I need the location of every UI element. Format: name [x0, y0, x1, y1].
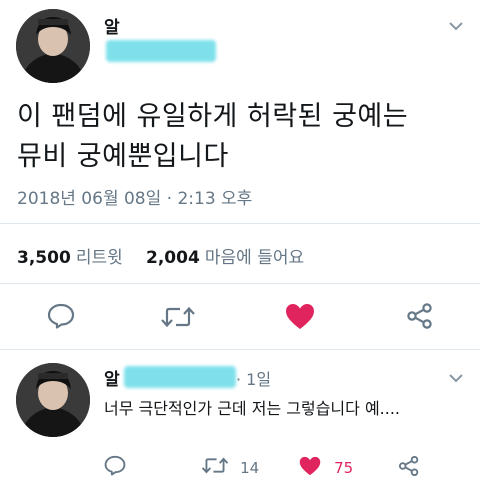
share-icon[interactable] — [398, 455, 420, 481]
reply-like-count: 75 — [334, 459, 354, 477]
tweet-text-line-1: 이 팬덤에 유일하게 허락된 궁예는 — [17, 101, 409, 132]
retweet-button[interactable]: 14 — [201, 456, 259, 479]
chevron-down-icon[interactable] — [448, 16, 464, 37]
retweet-icon — [201, 456, 229, 479]
reply-author-name[interactable]: 알 — [104, 365, 120, 390]
reply-time[interactable]: · 1일 — [236, 366, 271, 390]
divider — [0, 223, 480, 224]
reply-text: 너무 극단적인가 근데 저는 그렇습니다 예.... — [104, 399, 401, 418]
retweets-count: 3,500 — [17, 248, 71, 268]
reply-icon[interactable] — [47, 303, 75, 333]
reply-icon[interactable] — [104, 455, 126, 480]
reply-author-handle-redacted — [124, 366, 236, 388]
author-name[interactable]: 알 — [104, 13, 120, 38]
heart-icon — [299, 456, 321, 480]
tweet-timestamp[interactable]: 2018년 06월 08일 · 2:13 오후 — [17, 184, 252, 209]
divider — [0, 283, 480, 284]
retweet-icon[interactable] — [160, 305, 196, 333]
chevron-down-icon[interactable] — [448, 368, 464, 389]
heart-icon[interactable] — [285, 303, 315, 334]
reply-retweet-count: 14 — [240, 458, 260, 477]
likes-label: 마음에 들어요 — [204, 248, 305, 268]
like-stats[interactable]: 2,004 마음에 들어요 — [146, 243, 304, 268]
retweets-label: 리트윗 — [75, 248, 123, 268]
reply-author-avatar[interactable] — [16, 363, 90, 437]
retweet-stats[interactable]: 3,500 리트윗 — [17, 243, 123, 268]
author-avatar[interactable] — [16, 9, 90, 83]
like-button[interactable]: 75 — [299, 456, 353, 480]
tweet-text-line-2: 뮤비 궁예뿐입니다 — [17, 141, 229, 172]
divider — [0, 349, 480, 350]
likes-count: 2,004 — [146, 248, 200, 268]
share-icon[interactable] — [406, 302, 434, 334]
author-handle-redacted — [106, 40, 216, 62]
